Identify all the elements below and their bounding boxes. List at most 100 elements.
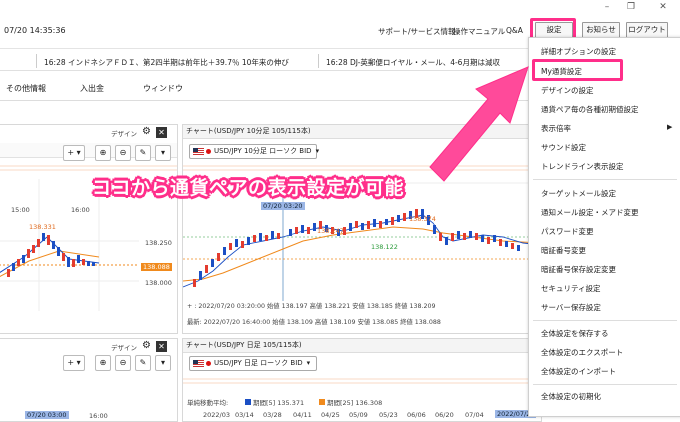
design-label[interactable]: デザイン <box>111 128 137 138</box>
latest-ohlc-info: 最新: 2022/07/20 16:40:00 始値 138.109 高値 13… <box>187 319 441 326</box>
legend-swatch <box>319 399 325 405</box>
cursor-time-tag: 07/20 03:20 <box>261 202 305 210</box>
price-label: 138.247 <box>317 227 344 235</box>
y-axis-label: 138.000 <box>145 279 172 287</box>
x-axis-label: 07/04 <box>465 411 484 419</box>
x-axis-label: 05/09 <box>349 411 368 419</box>
zoom-out-icon[interactable]: ⊖ <box>115 145 131 161</box>
zoom-in-icon[interactable]: ⊕ <box>95 145 111 161</box>
menu-item-password[interactable]: パスワード変更 <box>541 226 594 237</box>
menu-item-detail-options[interactable]: 詳細オプションの設定 <box>541 46 616 57</box>
x-axis-label: 06/20 <box>435 411 454 419</box>
y-axis-label: 138.250 <box>145 239 172 247</box>
close-icon[interactable]: ✕ <box>156 127 167 138</box>
menu-item-import[interactable]: 全体設定のインポート <box>541 366 616 377</box>
chevron-down-icon: ▾ <box>306 359 311 367</box>
faq-link[interactable]: Q&A <box>506 26 523 35</box>
ma5-legend-label: 期間[5] 135.371 <box>253 399 305 407</box>
selector-label: USD/JPY 日足 ローソク BID <box>214 359 303 367</box>
manual-link[interactable]: 操作マニュアル <box>453 26 505 37</box>
menu-item-pin-save[interactable]: 暗証番号保存設定変更 <box>541 264 616 275</box>
high-price-label: 138.374 <box>409 215 436 223</box>
menu-item-target-mail[interactable]: ターゲットメール設定 <box>541 188 616 199</box>
ma-label: 単純移動平均: <box>187 399 229 407</box>
left-chart-panel: デザイン ⚙ ✕ + ▾ ⊕ ⊖ ✎ ▾ 15:00 16:00 138.331… <box>0 124 178 334</box>
menu-other-info[interactable]: その他情報 <box>6 83 46 94</box>
menu-item-security[interactable]: セキュリティ設定 <box>541 283 601 294</box>
chevron-down-icon: ▾ <box>315 147 320 155</box>
notice-button[interactable]: お知らせ <box>582 22 620 38</box>
settings-dropdown-menu: 詳細オプションの設定 My通貨設定 デザインの設定 通貨ペア毎の各種初期値設定 … <box>528 37 680 417</box>
menu-window[interactable]: ウィンドウ <box>143 83 183 94</box>
menu-item-notify-mail[interactable]: 通知メール設定・メアド変更 <box>541 207 639 218</box>
my-currency-highlight-box <box>532 59 623 81</box>
restore-button[interactable]: ❐ <box>624 1 638 13</box>
x-axis-label: 05/23 <box>379 411 398 419</box>
menu-item-save-all[interactable]: 全体設定を保存する <box>541 328 609 339</box>
ma25-legend-label: 期間[25] 136.308 <box>327 399 383 407</box>
close-icon[interactable]: ✕ <box>156 341 167 352</box>
left-daily-panel: デザイン ⚙ ✕ + ▾ ⊕ ⊖ ✎ ▾ 07/20 03:00 16:00 <box>0 338 178 422</box>
tool-menu-icon[interactable]: ▾ <box>155 355 171 371</box>
currency-selector[interactable]: USD/JPY 日足 ローソク BID ▾ <box>189 356 317 371</box>
gear-icon[interactable]: ⚙ <box>142 126 151 137</box>
close-window-button[interactable]: ✕ <box>656 1 670 13</box>
gear-icon[interactable]: ⚙ <box>142 340 151 351</box>
minimize-button[interactable]: – <box>600 1 614 13</box>
menu-item-sound[interactable]: サウンド設定 <box>541 142 586 153</box>
menu-item-trendline[interactable]: トレンドライン表示設定 <box>541 161 624 172</box>
annotation-caption: ココから通貨ペアの表示設定が可能 <box>92 177 405 199</box>
current-datetime: 07/20 14:35:36 <box>4 26 66 35</box>
submenu-arrow-icon: ▶ <box>667 123 673 131</box>
menu-deposit[interactable]: 入出金 <box>80 83 104 94</box>
daily-chart-panel: チャート(USD/JPY 日足 105/115本) USD/JPY 日足 ローソ… <box>182 338 542 422</box>
crosshair-tool-button[interactable]: + ▾ <box>63 355 85 371</box>
daily-indicator-strip <box>183 378 541 384</box>
selector-label: USD/JPY 10分足 ローソク BID <box>214 147 312 155</box>
menu-item-pair-defaults[interactable]: 通貨ペア毎の各種初期値設定 <box>541 104 639 115</box>
current-price-tag: 138.088 <box>141 263 172 271</box>
legend-swatch <box>245 399 251 405</box>
support-link[interactable]: サポート/サービス情報 <box>378 26 456 37</box>
us-flag-icon <box>193 147 204 155</box>
menu-item-zoom[interactable]: 表示倍率 <box>541 123 571 134</box>
jp-flag-icon <box>206 360 211 366</box>
zoom-out-icon[interactable]: ⊖ <box>115 355 131 371</box>
menu-item-design[interactable]: デザインの設定 <box>541 85 594 96</box>
x-axis-label: 2022/03 <box>203 411 231 419</box>
menu-item-pin-change[interactable]: 暗証番号変更 <box>541 245 586 256</box>
ma5-legend: 期間[5] 135.371 <box>245 397 304 407</box>
jp-flag-icon <box>206 148 211 154</box>
pencil-icon[interactable]: ✎ <box>135 355 151 371</box>
design-label[interactable]: デザイン <box>111 342 137 352</box>
ma25-legend: 期間[25] 136.308 <box>319 397 382 407</box>
menu-divider <box>533 384 677 385</box>
chart-title: チャート(USD/JPY 日足 105/115本) <box>183 339 541 353</box>
annotation-arrow-icon <box>429 66 529 182</box>
candles <box>7 233 95 277</box>
logout-button[interactable]: ログアウト <box>626 22 668 38</box>
currency-selector[interactable]: USD/JPY 10分足 ローソク BID ▾ <box>189 144 320 159</box>
menu-item-reset[interactable]: 全体設定の初期化 <box>541 391 601 402</box>
window-titlebar: – ❐ ✕ <box>0 0 680 14</box>
price-label: 138.122 <box>371 243 398 251</box>
x-axis-label: 16:00 <box>71 206 90 214</box>
candles <box>193 209 520 287</box>
crosshair-ohlc-info: + : 2022/07/20 03:20:00 始値 138.197 高値 13… <box>187 303 436 310</box>
x-axis-label: 03/14 <box>235 411 254 419</box>
ticker-item[interactable]: 16:28 インドネシアＦＤＩ、第2四半期は前年比＋39.7％ 10年来の伸び <box>44 57 289 68</box>
tool-menu-icon[interactable]: ▾ <box>155 145 171 161</box>
x-axis-label: 03/28 <box>263 411 282 419</box>
zoom-in-icon[interactable]: ⊕ <box>95 355 111 371</box>
menu-item-export[interactable]: 全体設定のエクスポート <box>541 347 623 358</box>
x-axis-label: 06/06 <box>407 411 426 419</box>
us-flag-icon <box>193 359 204 367</box>
crosshair-tool-button[interactable]: + ▾ <box>63 145 85 161</box>
x-axis-label: 04/25 <box>321 411 340 419</box>
menu-divider <box>533 179 677 180</box>
x-axis-label: 04/11 <box>293 411 312 419</box>
menu-item-server-save[interactable]: サーバー保存設定 <box>541 302 601 313</box>
pencil-icon[interactable]: ✎ <box>135 145 151 161</box>
x-axis-label: 15:00 <box>11 206 30 214</box>
cursor-time-tag: 07/20 03:00 <box>25 411 69 419</box>
